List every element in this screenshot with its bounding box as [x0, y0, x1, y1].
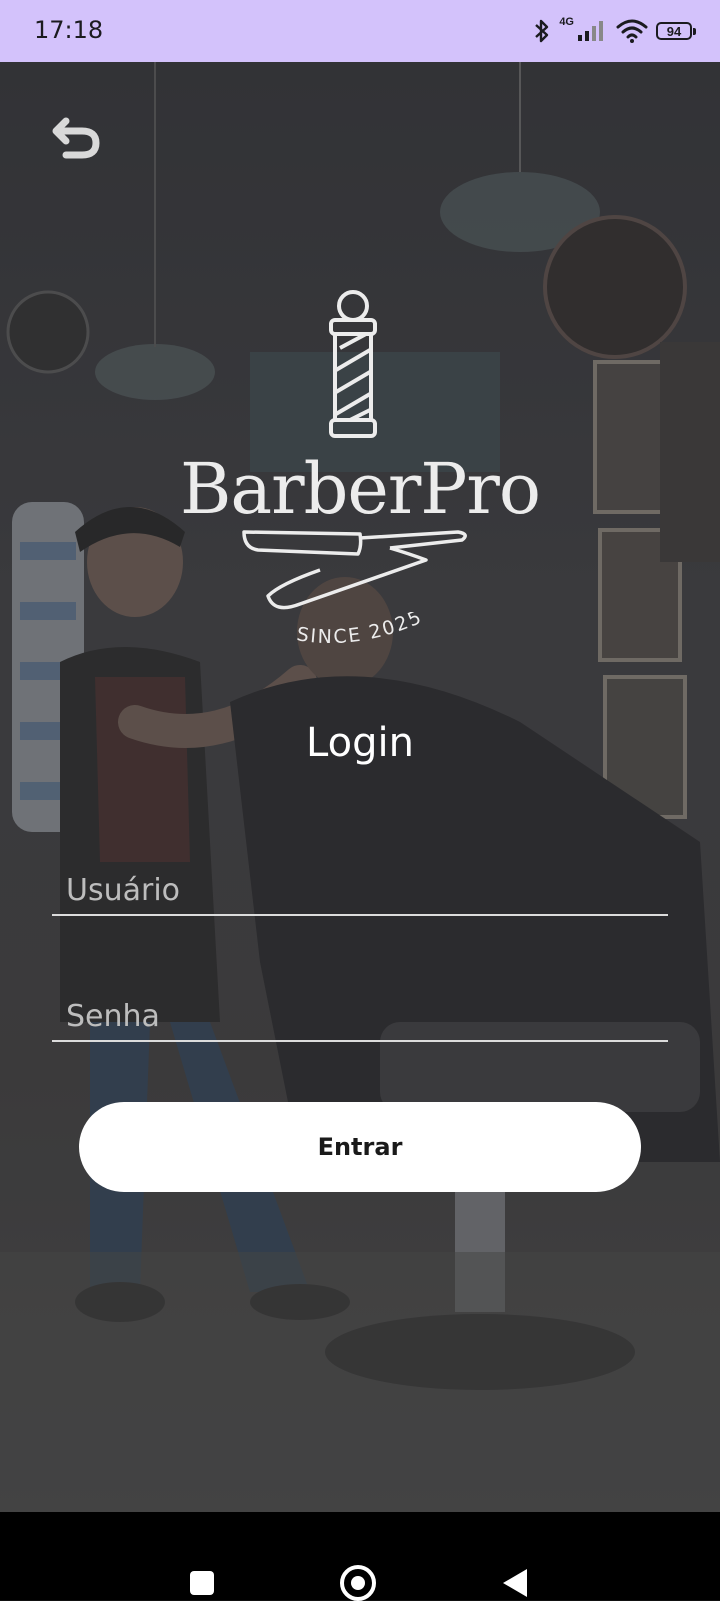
status-bar: 17:18 4G 94	[0, 0, 720, 62]
brand-name: BarberPro	[179, 448, 541, 530]
username-input[interactable]	[52, 866, 668, 914]
password-field	[52, 992, 668, 1042]
status-time: 17:18	[34, 16, 104, 44]
status-icons: 4G 94	[533, 14, 696, 48]
home-icon[interactable]	[340, 1565, 376, 1601]
svg-text:SINCE 2025: SINCE 2025	[295, 612, 426, 648]
recents-icon[interactable]	[190, 1571, 214, 1595]
since-badge: SINCE 2025	[290, 605, 440, 657]
enter-button[interactable]: Entrar	[79, 1102, 641, 1192]
dark-overlay	[0, 62, 720, 1512]
battery-icon: 94	[656, 22, 696, 40]
password-input[interactable]	[52, 992, 668, 1040]
login-title: Login	[306, 720, 414, 766]
background-photo	[0, 62, 720, 1512]
network-type: 4G	[559, 16, 574, 28]
back-icon[interactable]	[503, 1569, 527, 1597]
razor-icon	[242, 530, 467, 610]
signal-icon	[578, 21, 603, 41]
username-field	[52, 866, 668, 916]
back-arrow-icon[interactable]	[52, 113, 104, 161]
since-text: SINCE 2025	[295, 605, 424, 648]
battery-level: 94	[666, 23, 682, 39]
wifi-icon	[616, 19, 648, 43]
bluetooth-icon	[535, 19, 549, 43]
